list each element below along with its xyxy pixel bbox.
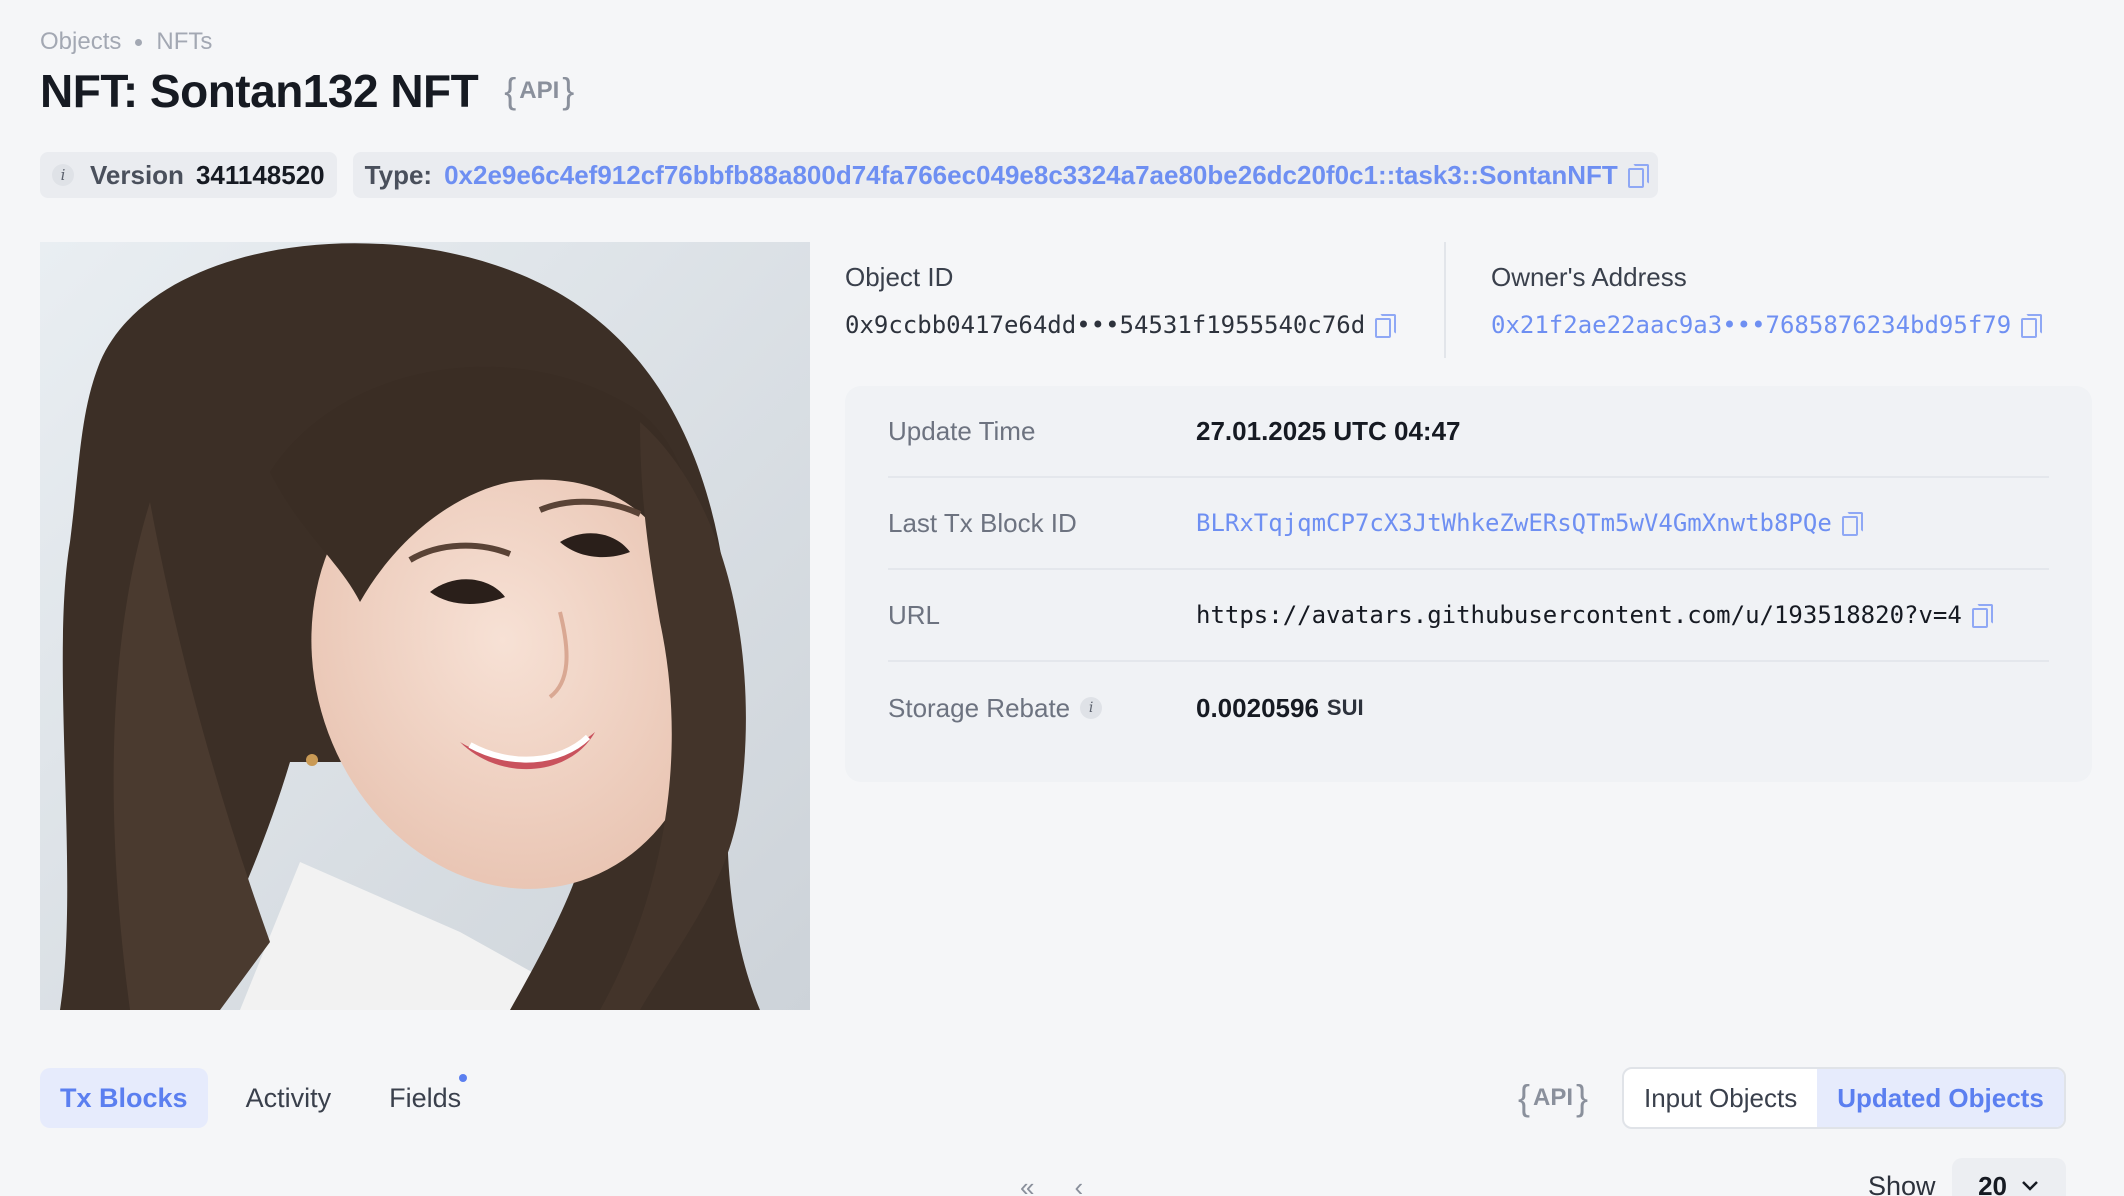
brace-left-icon: { bbox=[504, 70, 517, 111]
version-pill: i Version 341148520 bbox=[40, 152, 337, 198]
tab-fields[interactable]: Fields bbox=[369, 1068, 481, 1128]
api-button[interactable]: { API } bbox=[504, 73, 574, 109]
version-label: Version bbox=[90, 159, 184, 190]
portrait-image bbox=[40, 242, 810, 1010]
object-page: Objects NFTs NFT: Sontan132 NFT { API } … bbox=[0, 0, 2124, 1196]
chevron-down-icon bbox=[2022, 1181, 2038, 1191]
tabs: Tx Blocks Activity Fields bbox=[40, 1068, 481, 1128]
title-row: NFT: Sontan132 NFT { API } bbox=[40, 64, 574, 118]
type-label: Type: bbox=[364, 159, 433, 190]
brace-right-icon: } bbox=[1576, 1077, 1589, 1118]
detail-row-url: URL https://avatars.githubusercontent.co… bbox=[888, 570, 2049, 662]
copy-icon[interactable] bbox=[1627, 164, 1649, 188]
info-icon[interactable]: i bbox=[52, 164, 74, 186]
nft-image[interactable] bbox=[40, 242, 810, 1010]
storage-rebate-label: Storage Rebate bbox=[888, 692, 1071, 723]
owner-address-block: Owner's Address 0x21f2ae22aac9a3•••76858… bbox=[1491, 262, 2043, 339]
object-id-label: Object ID bbox=[845, 262, 954, 292]
breadcrumb-nfts[interactable]: NFTs bbox=[156, 28, 212, 56]
pagination: « ‹ bbox=[1020, 1172, 1083, 1196]
owner-address-link[interactable]: 0x21f2ae22aac9a3•••7685876234bd95f79 bbox=[1491, 311, 2011, 339]
page-size-select[interactable]: 20 bbox=[1951, 1158, 2066, 1196]
owner-address-value: 0x21f2ae22aac9a3•••7685876234bd95f79 bbox=[1491, 311, 2043, 339]
owner-address-label: Owner's Address bbox=[1491, 262, 1687, 292]
page-title: NFT: Sontan132 NFT bbox=[40, 65, 479, 117]
page-size-control: Show 20 bbox=[1868, 1158, 2066, 1196]
notification-dot bbox=[459, 1074, 468, 1082]
update-time-value: 27.01.2025 UTC 04:47 bbox=[1196, 415, 1461, 446]
brace-right-icon: } bbox=[562, 70, 575, 111]
url-text: https://avatars.githubusercontent.com/u/… bbox=[1196, 601, 1962, 629]
url-label: URL bbox=[888, 599, 941, 630]
tab-tx-blocks[interactable]: Tx Blocks bbox=[40, 1068, 208, 1128]
page-size-value: 20 bbox=[1978, 1170, 2007, 1196]
api-label: API bbox=[519, 77, 560, 104]
tab-activity[interactable]: Activity bbox=[226, 1068, 352, 1128]
input-objects-button[interactable]: Input Objects bbox=[1624, 1069, 1817, 1127]
prev-page-icon[interactable]: ‹ bbox=[1074, 1172, 1083, 1196]
updated-objects-button[interactable]: Updated Objects bbox=[1817, 1069, 2064, 1127]
breadcrumb-separator bbox=[135, 38, 143, 46]
storage-rebate-value: 0.0020596 SUI bbox=[1196, 693, 1364, 724]
last-tx-value: BLRxTqjqmCP7cX3JtWhkeZwERsQTm5wV4GmXnwtb… bbox=[1196, 509, 1863, 537]
update-time-label: Update Time bbox=[888, 415, 1036, 446]
breadcrumb: Objects NFTs bbox=[40, 28, 212, 56]
brace-left-icon: { bbox=[1518, 1077, 1531, 1118]
copy-icon[interactable] bbox=[1971, 604, 1993, 628]
detail-row-update-time: Update Time 27.01.2025 UTC 04:47 bbox=[888, 386, 2049, 478]
url-value: https://avatars.githubusercontent.com/u/… bbox=[1196, 601, 1993, 629]
objects-toggle: Input Objects Updated Objects bbox=[1622, 1067, 2066, 1129]
last-tx-label: Last Tx Block ID bbox=[888, 507, 1077, 538]
version-value: 341148520 bbox=[195, 159, 325, 190]
detail-row-storage-rebate: Storage Rebate i 0.0020596 SUI bbox=[888, 662, 2049, 754]
info-icon[interactable]: i bbox=[1080, 697, 1103, 719]
storage-rebate-amount: 0.0020596 bbox=[1196, 692, 1319, 723]
meta-row: i Version 341148520 Type: 0x2e9e6c4ef912… bbox=[40, 152, 1658, 198]
first-page-icon[interactable]: « bbox=[1020, 1172, 1034, 1196]
object-id-block: Object ID 0x9ccbb0417e64dd•••54531f19555… bbox=[845, 262, 1397, 339]
storage-rebate-unit: SUI bbox=[1326, 695, 1364, 720]
breadcrumb-objects[interactable]: Objects bbox=[40, 28, 121, 56]
copy-icon[interactable] bbox=[1375, 314, 1397, 338]
copy-icon[interactable] bbox=[1841, 512, 1863, 536]
divider bbox=[1444, 242, 1446, 358]
object-id-text: 0x9ccbb0417e64dd•••54531f1955540c76d bbox=[845, 311, 1366, 339]
object-id-value: 0x9ccbb0417e64dd•••54531f1955540c76d bbox=[845, 311, 1397, 339]
last-tx-link[interactable]: BLRxTqjqmCP7cX3JtWhkeZwERsQTm5wV4GmXnwtb… bbox=[1196, 509, 1832, 537]
copy-icon[interactable] bbox=[2021, 314, 2043, 338]
show-label: Show bbox=[1868, 1170, 1936, 1196]
detail-row-last-tx: Last Tx Block ID BLRxTqjqmCP7cX3JtWhkeZw… bbox=[888, 478, 2049, 570]
api-label: API bbox=[1533, 1084, 1574, 1111]
tab-fields-label: Fields bbox=[389, 1082, 462, 1113]
type-value-link[interactable]: 0x2e9e6c4ef912cf76bbfb88a800d74fa766ec04… bbox=[444, 160, 1618, 191]
api-button-bottom[interactable]: { API } bbox=[1518, 1080, 1588, 1116]
details-card: Update Time 27.01.2025 UTC 04:47 Last Tx… bbox=[845, 386, 2092, 782]
type-pill: Type: 0x2e9e6c4ef912cf76bbfb88a800d74fa7… bbox=[352, 152, 1658, 198]
storage-rebate-label-wrap: Storage Rebate i bbox=[888, 693, 1196, 724]
